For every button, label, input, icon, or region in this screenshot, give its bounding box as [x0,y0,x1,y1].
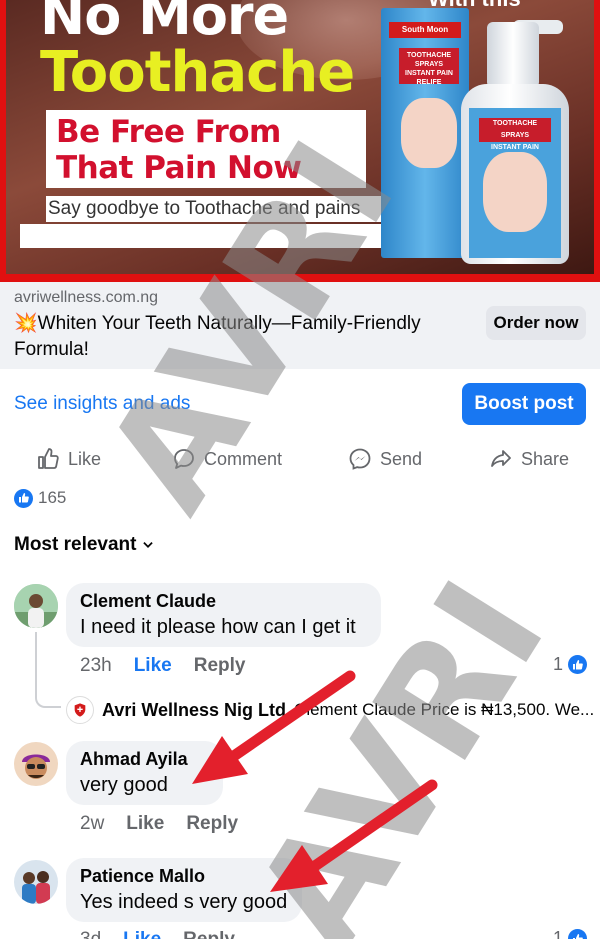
reaction-summary[interactable]: 165 [14,488,66,508]
avatar[interactable] [14,584,58,628]
comment-like-button[interactable]: Like [126,813,164,835]
comment-reply-button[interactable]: Reply [194,655,246,677]
collision-icon: 💥 [14,313,38,334]
send-label: Send [380,448,423,469]
avatar[interactable] [14,860,58,904]
commenter-name[interactable]: Patience Mallo [80,866,288,887]
spray-label-text: TOOTHACHE SPRAYS INSTANT PAIN RELIFE [479,118,551,163]
order-now-button[interactable]: Order now [486,306,586,340]
page-avatar [66,696,94,724]
comment-text: Yes indeed s very good [80,891,288,913]
like-reaction-icon [568,929,588,939]
like-reaction-icon [568,655,588,674]
reaction-count: 165 [38,488,67,507]
share-arrow-icon [491,450,511,467]
share-action[interactable]: Share [489,444,569,474]
comment-sort-dropdown[interactable]: Most relevant [14,534,155,556]
comment-action[interactable]: Comment [172,444,282,474]
comment-meta: 2w Like Reply [80,813,238,835]
comment-like-count[interactable]: 1 [553,928,588,939]
reply-text: Clement Claude Price is ₦13,500. We... [294,700,595,719]
comment-like-button[interactable]: Like [123,929,161,939]
ad-tagline: Say goodbye to Toothache and pains [48,198,361,219]
link-domain: avriwellness.com.ng [14,289,159,306]
link-title[interactable]: 💥Whiten Your Teeth Naturally—Family-Frie… [14,311,464,363]
spray-bottle-image: TOOTHACHE SPRAYS INSTANT PAIN RELIFE [461,0,569,266]
comment-meta: 3d Like Reply [80,929,235,939]
like-label: Like [68,448,102,469]
product-brand: South Moon [389,22,461,38]
comment-icon [174,449,194,469]
ad-blank-strip [20,224,418,248]
avatar[interactable] [14,742,58,786]
ad-subhead-line1: Be Free From [56,114,281,150]
thumbs-up-icon [38,448,59,469]
spray-label: TOOTHACHE SPRAYS INSTANT PAIN RELIFE [469,108,561,258]
ad-subhead-box: Be Free From That Pain Now [46,110,366,188]
spray-neck [487,22,539,88]
comment-time: 3d [80,929,101,939]
ad-image[interactable]: No More Toothache Be Free From That Pain… [0,0,600,282]
commenter-name[interactable]: Clement Claude [80,591,367,612]
comment-reply-button[interactable]: Reply [186,813,238,835]
comment-like-button[interactable]: Like [134,655,172,677]
comment-like-count-value: 1 [553,928,564,939]
product-box-image: South Moon TOOTHACHE SPRAYS INSTANT PAIN… [381,8,469,258]
like-reaction-icon [14,488,33,508]
product-label-line2: INSTANT PAIN RELIFE [405,70,453,86]
like-action[interactable]: Like [36,444,101,474]
ad-subhead-line2: That Pain Now [56,150,302,186]
see-insights-link[interactable]: See insights and ads [14,393,190,415]
comment-label: Comment [204,448,283,469]
boost-post-button[interactable]: Boost post [462,383,586,425]
comment-bubble[interactable]: Ahmad Ayila very good [66,741,223,805]
link-title-text: Whiten Your Teeth Naturally—Family-Frien… [14,313,421,360]
chevron-down-icon [143,542,154,548]
comment-text: very good [80,774,168,796]
share-label: Share [521,448,570,469]
link-preview[interactable]: avriwellness.com.ng 💥Whiten Your Teeth N… [0,282,600,369]
reply-thread-line [35,632,61,708]
sort-label: Most relevant [14,534,137,555]
comment-bubble[interactable]: Clement Claude I need it please how can … [66,583,381,647]
comment-time: 2w [80,813,105,834]
comment-text: I need it please how can I get it [80,616,356,638]
messenger-icon [349,448,371,470]
product-label-line1: TOOTHACHE SPRAYS [406,52,452,68]
comment-reply-button[interactable]: Reply [183,929,235,939]
ad-headline-line2: Toothache [40,40,355,105]
comment-like-count-value: 1 [553,654,564,674]
comment-bubble[interactable]: Patience Mallo Yes indeed s very good [66,858,302,922]
reply-preview[interactable]: Avri Wellness Nig Ltd Clement Claude Pri… [66,696,596,724]
product-label: TOOTHACHE SPRAYS INSTANT PAIN RELIFE [399,48,459,86]
comment-meta: 23h Like Reply [80,655,245,677]
comment-like-count[interactable]: 1 [553,654,588,675]
spray-label-line1: TOOTHACHE SPRAYS [492,120,538,139]
product-face-illustration [401,98,457,168]
send-action[interactable]: Send [348,444,422,474]
reply-author[interactable]: Avri Wellness Nig Ltd [102,700,286,721]
spray-face-illustration [483,152,547,232]
commenter-name[interactable]: Ahmad Ayila [80,749,209,770]
comment-time: 23h [80,655,112,676]
